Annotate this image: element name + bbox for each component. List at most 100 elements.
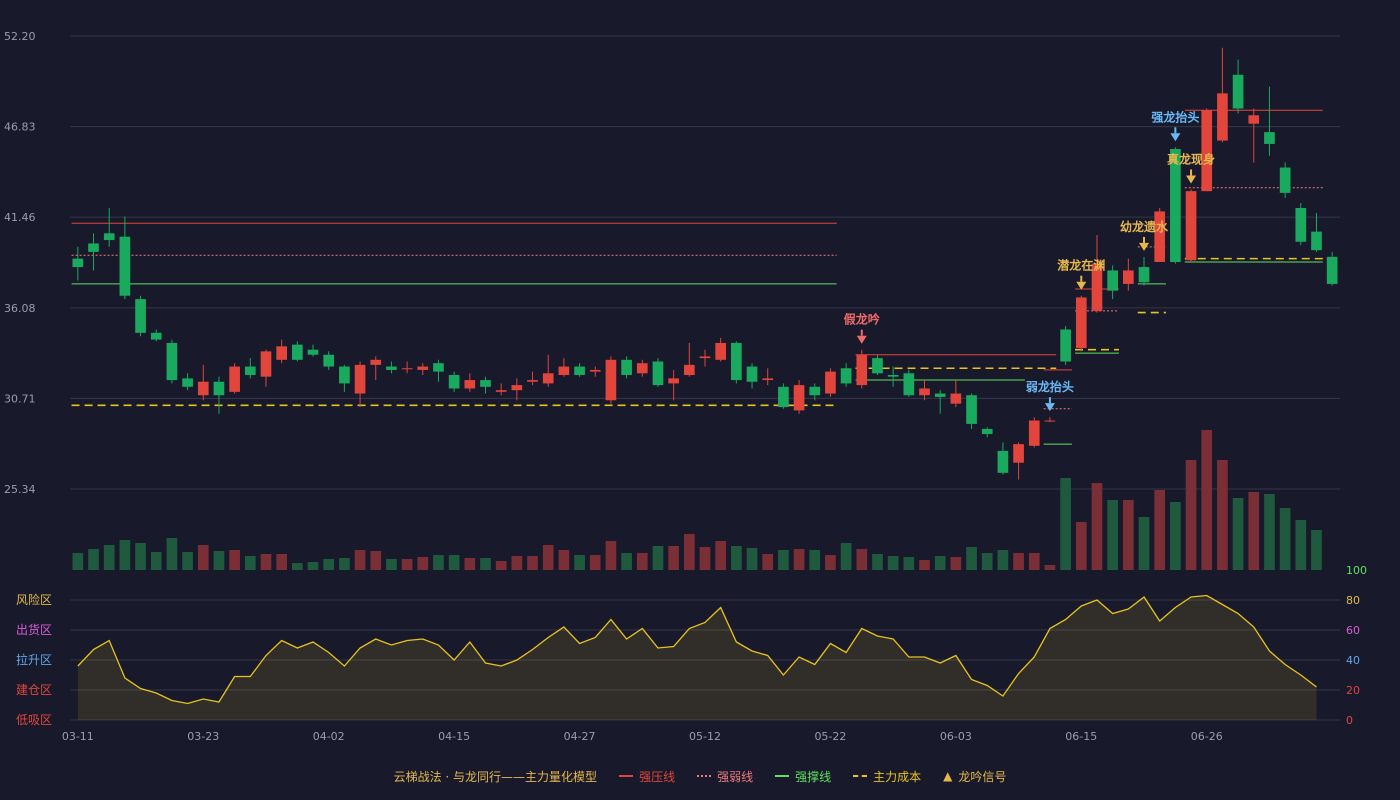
volume-bar bbox=[1154, 490, 1166, 570]
candle-body bbox=[1232, 74, 1244, 109]
legend-item-resist: 强压线 bbox=[619, 768, 675, 785]
osc-tick-label: 0 bbox=[1346, 714, 1353, 727]
price-tick-label: 46.83 bbox=[4, 121, 36, 134]
volume-bar bbox=[276, 554, 287, 570]
candle-body bbox=[574, 366, 585, 375]
candle-body bbox=[1248, 115, 1260, 124]
volume-bar bbox=[762, 554, 774, 570]
osc-tick-label: 20 bbox=[1346, 684, 1360, 697]
candle-body bbox=[213, 381, 225, 396]
volume-bar bbox=[652, 546, 664, 570]
candle-body bbox=[197, 381, 209, 396]
candle-body bbox=[1060, 329, 1071, 362]
signal-arrow-icon bbox=[1044, 403, 1055, 412]
candle-body bbox=[166, 342, 178, 381]
volume-bar bbox=[934, 556, 946, 570]
osc-zone-label: 建仓区 bbox=[16, 683, 52, 697]
candle-body bbox=[1044, 420, 1056, 422]
volume-bar bbox=[119, 540, 131, 570]
volume-bar bbox=[527, 556, 538, 570]
candle-body bbox=[150, 332, 162, 340]
candle-body bbox=[495, 390, 507, 392]
volume-bar bbox=[166, 538, 178, 570]
volume-bar bbox=[605, 541, 617, 570]
candle-body bbox=[72, 258, 84, 268]
volume-bar bbox=[448, 555, 460, 570]
volume-bar bbox=[323, 559, 335, 570]
candle-body bbox=[558, 366, 570, 375]
volume-bar bbox=[558, 550, 570, 570]
triangle-icon: ▲ bbox=[943, 769, 953, 783]
candle-body bbox=[103, 233, 115, 241]
volume-bar bbox=[997, 550, 1009, 570]
volume-bar bbox=[746, 548, 758, 570]
candle-body bbox=[260, 351, 272, 377]
candle-body bbox=[762, 378, 774, 381]
candle-body bbox=[511, 385, 523, 391]
volume-bar bbox=[339, 558, 350, 570]
candle-body bbox=[401, 368, 413, 370]
osc-zone-label: 低吸区 bbox=[16, 713, 52, 727]
volume-bar bbox=[292, 563, 303, 570]
volume-bar bbox=[370, 551, 382, 570]
candle-body bbox=[966, 395, 977, 424]
volume-bar bbox=[872, 554, 883, 570]
volume-bar bbox=[135, 543, 146, 570]
candle-body bbox=[731, 342, 742, 381]
volume-bar bbox=[1295, 520, 1307, 570]
volume-bar bbox=[574, 555, 585, 570]
volume-bar bbox=[464, 558, 476, 570]
candle-body bbox=[746, 366, 758, 382]
candle-body bbox=[919, 388, 930, 396]
candle-body bbox=[276, 346, 287, 360]
volume-bar bbox=[919, 560, 930, 570]
candle-body bbox=[1217, 93, 1228, 141]
candle-body bbox=[683, 364, 695, 375]
candle-body bbox=[527, 380, 538, 382]
candle-body bbox=[903, 373, 915, 396]
volume-bar bbox=[417, 557, 429, 570]
volume-bar bbox=[1044, 565, 1056, 570]
volume-bar bbox=[809, 550, 821, 570]
candle-body bbox=[1075, 297, 1087, 349]
candlestick-chart: 52.20 46.83 41.46 36.08 30.71 25.34 假龙吟弱龙抬头 潜龙在… bbox=[4, 30, 1367, 743]
osc-tick-label: 100 bbox=[1346, 564, 1367, 577]
candle-body bbox=[448, 374, 460, 389]
candle-body bbox=[339, 366, 350, 384]
signal-arrow-icon bbox=[1170, 133, 1181, 142]
candle-body bbox=[119, 236, 131, 296]
date-tick-label: 05-22 bbox=[814, 730, 846, 743]
candle-body bbox=[997, 450, 1009, 473]
chart-legend: 云梯战法 · 与龙同行——主力量化模型 强压线 强弱线 强撑线 主力成本 ▲ 龙… bbox=[0, 764, 1400, 788]
candle-body bbox=[354, 364, 366, 394]
candle-body bbox=[1185, 191, 1197, 261]
candle-body bbox=[668, 378, 679, 384]
signal-arrow-icon bbox=[856, 335, 867, 344]
date-tick-label: 03-11 bbox=[62, 730, 94, 743]
signal-label: 假龙吟 bbox=[844, 312, 880, 327]
candle-body bbox=[715, 342, 727, 360]
candle-body bbox=[652, 361, 664, 386]
volume-bar bbox=[966, 547, 977, 570]
osc-zone-label: 出货区 bbox=[16, 622, 52, 637]
volume-bar bbox=[887, 556, 899, 570]
volume-bar bbox=[636, 553, 648, 570]
candle-body bbox=[840, 368, 852, 384]
volume-bar bbox=[840, 543, 852, 570]
candle-body bbox=[825, 371, 836, 394]
volume-bar bbox=[401, 559, 413, 570]
candle-body bbox=[323, 354, 335, 367]
date-tick-label: 04-15 bbox=[438, 730, 470, 743]
candle-body bbox=[1311, 231, 1322, 251]
volume-bar bbox=[903, 557, 915, 570]
legend-item-weak: 强弱线 bbox=[697, 768, 753, 785]
candle-body bbox=[1138, 267, 1150, 283]
volume-bar bbox=[1248, 492, 1260, 570]
volume-bar bbox=[260, 554, 272, 570]
volume-bar bbox=[668, 546, 679, 570]
osc-tick-label: 60 bbox=[1346, 624, 1360, 637]
price-tick-label: 30.71 bbox=[4, 392, 36, 405]
volume-bar bbox=[1279, 508, 1291, 570]
legend-item-signal: ▲ 龙吟信号 bbox=[943, 769, 1007, 784]
candle-body bbox=[621, 359, 632, 375]
